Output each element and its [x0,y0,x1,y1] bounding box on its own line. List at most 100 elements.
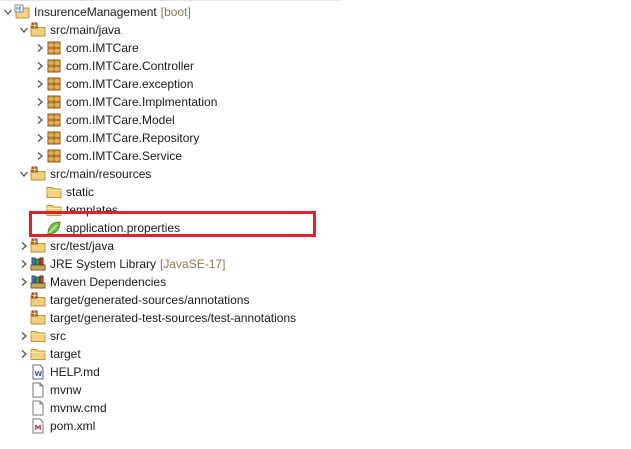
package-icon [46,112,62,128]
tree-item-pkg-service[interactable]: com.IMTCare.Service [0,147,631,165]
tree-item-decoration: [boot] [160,5,191,19]
chevron-right-icon[interactable] [19,276,29,288]
project-explorer-tree[interactable]: M J InsurenceManagement [boot] src/main/java… [0,3,631,435]
tree-item-src-main-resources[interactable]: src/main/resources [0,165,631,183]
tree-item-gen-test-sources[interactable]: target/generated-test-sources/test-annot… [0,309,631,327]
folder-icon [46,184,62,200]
tree-item-text: com.IMTCare [66,41,139,55]
tree-item-label: application.properties [66,221,180,235]
tree-item-src-main-java[interactable]: src/main/java [0,21,631,39]
tree-item-label: templates [66,203,118,217]
tree-item-pkg-model[interactable]: com.IMTCare.Model [0,111,631,129]
project-icon: MJ [14,4,30,20]
tree-item-label: src/main/java [50,23,121,37]
folder-icon [46,202,62,218]
tree-item-pkg-exception[interactable]: com.IMTCare.exception [0,75,631,93]
text-file-icon: W [30,364,46,380]
maven-file-icon: M [30,418,46,434]
tree-item-label: mvnw.cmd [50,401,107,415]
tree-item-text: com.IMTCare.Repository [66,131,200,145]
tree-item-text: pom.xml [50,419,96,433]
tree-item-text: com.IMTCare.Controller [66,59,195,73]
chevron-right-icon[interactable] [19,240,29,252]
file-icon [30,382,46,398]
source-folder-icon [30,292,46,308]
tree-item-pkg-repository[interactable]: com.IMTCare.Repository [0,129,631,147]
tree-item-project[interactable]: M J InsurenceManagement [boot] [0,3,631,21]
package-icon [46,40,62,56]
tree-item-file-pom[interactable]: Mpom.xml [0,417,631,435]
tree-item-file-mvnw-cmd[interactable]: mvnw.cmd [0,399,631,417]
tree-item-label: src/main/resources [50,167,151,181]
file-icon [30,400,46,416]
tree-item-file-mvnw[interactable]: mvnw [0,381,631,399]
chevron-right-icon[interactable] [35,42,45,54]
chevron-down-icon[interactable] [19,168,29,180]
tree-item-text: JRE System Library [50,257,157,271]
chevron-right-icon[interactable] [35,132,45,144]
tree-item-text: com.IMTCare.Implmentation [66,95,218,109]
tree-item-label: mvnw [50,383,81,397]
tree-item-gen-sources[interactable]: target/generated-sources/annotations [0,291,631,309]
tree-item-text: mvnw [50,383,82,397]
tree-item-text: Maven Dependencies [50,275,167,289]
tree-item-pkg-imtcare[interactable]: com.IMTCare [0,39,631,57]
tree-item-folder-target[interactable]: target [0,345,631,363]
folder-icon [30,346,46,362]
tree-item-pkg-controller[interactable]: com.IMTCare.Controller [0,57,631,75]
tree-item-text: com.IMTCare.Service [66,149,183,163]
tree-item-file-help[interactable]: W HELP.md [0,363,631,381]
source-folder-icon [30,238,46,254]
tree-item-folder-static[interactable]: static [0,183,631,201]
tree-item-label: com.IMTCare.Model [66,113,175,127]
tree-item-label: src/test/java [50,239,114,253]
tree-item-label: JRE System Library [JavaSE-17] [50,257,225,271]
tree-item-file-application-properties[interactable]: application.properties [0,219,631,237]
library-icon [30,256,46,272]
tree-item-text: InsurenceManagement [34,5,157,19]
chevron-right-icon[interactable] [19,348,29,360]
chevron-right-icon[interactable] [19,258,29,270]
tree-item-label: pom.xml [50,419,95,433]
source-folder-icon [30,310,46,326]
svg-text:J: J [19,7,21,13]
package-icon [46,94,62,110]
tree-item-label: target [50,347,81,361]
tree-item-text: src [50,329,66,343]
chevron-right-icon[interactable] [35,60,45,72]
chevron-right-icon[interactable] [35,78,45,90]
tree-item-label: Maven Dependencies [50,275,166,289]
tree-item-label: InsurenceManagement [boot] [34,5,191,19]
tree-item-folder-src[interactable]: src [0,327,631,345]
tree-item-decoration: [JavaSE-17] [160,257,226,271]
chevron-right-icon[interactable] [35,96,45,108]
chevron-down-icon[interactable] [19,24,29,36]
tree-item-label: com.IMTCare.Implmentation [66,95,217,109]
chevron-right-icon[interactable] [35,150,45,162]
tree-item-jre-library[interactable]: JRE System Library [JavaSE-17] [0,255,631,273]
source-folder-icon [30,166,46,182]
tree-item-text: target [50,347,81,361]
tree-item-label: target/generated-test-sources/test-annot… [50,311,296,325]
tree-item-text: templates [66,203,119,217]
tree-item-text: src/main/java [50,23,121,37]
tree-item-label: src [50,329,66,343]
tree-item-label: com.IMTCare.Controller [66,59,194,73]
tree-item-text: HELP.md [50,365,100,379]
tree-item-src-test-java[interactable]: src/test/java [0,237,631,255]
tree-item-label: com.IMTCare.Repository [66,131,199,145]
tree-item-pkg-implmentation[interactable]: com.IMTCare.Implmentation [0,93,631,111]
package-icon [46,76,62,92]
library-icon [30,274,46,290]
chevron-down-icon[interactable] [3,6,13,18]
tree-item-label: target/generated-sources/annotations [50,293,249,307]
tree-item-text: static [66,185,95,199]
chevron-right-icon[interactable] [35,114,45,126]
view-top-border [0,0,340,1]
tree-item-label: HELP.md [50,365,100,379]
source-folder-icon [30,22,46,38]
tree-item-folder-templates[interactable]: templates [0,201,631,219]
tree-item-text: target/generated-sources/annotations [50,293,250,307]
chevron-right-icon[interactable] [19,330,29,342]
tree-item-maven-deps[interactable]: Maven Dependencies [0,273,631,291]
